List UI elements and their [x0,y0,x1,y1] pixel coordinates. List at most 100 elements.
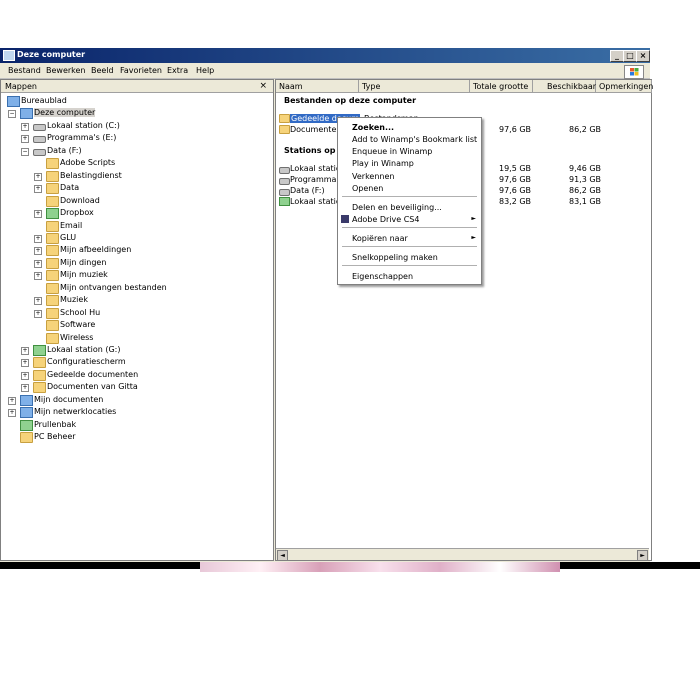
tree-item[interactable]: + Configuratiescherm [1,356,271,369]
expand-icon[interactable]: + [21,371,29,380]
menu-item-label: Verkennen [352,172,395,181]
tree-item[interactable]: Download [1,195,271,207]
menu-favorieten[interactable]: Favorieten [120,66,162,75]
tree-item[interactable]: Prullenbak [1,419,271,431]
tree-item[interactable]: − Deze computer [1,107,271,120]
tree-item[interactable]: + Dropbox [1,207,271,220]
expand-icon[interactable]: + [34,247,42,256]
expand-icon[interactable]: + [21,384,29,393]
context-menu-item-search[interactable]: Zoeken... [338,121,481,133]
column-label: Type [362,82,381,91]
tree-item[interactable]: + Documenten van Gitta [1,381,271,394]
column-header-type[interactable]: Type [359,80,470,93]
context-menu-item-enqueue-in-winamp[interactable]: Enqueue in Winamp [338,145,481,157]
tree-item[interactable]: + Gedeelde documenten [1,369,271,381]
tree-item[interactable]: Software [1,319,271,332]
close-button[interactable]: × [636,50,650,62]
folder-icon [33,382,46,394]
expand-icon[interactable]: + [34,210,42,219]
tree-item[interactable]: Bureaublad [1,95,271,107]
expand-icon[interactable]: + [8,409,16,418]
expand-icon[interactable]: + [34,259,42,268]
folder-icon [46,295,59,307]
expand-icon[interactable]: + [8,396,16,405]
menu-beeld[interactable]: Beeld [91,66,114,75]
maximize-button[interactable]: □ [623,50,637,62]
tree-item[interactable]: + Mijn dingen [1,257,271,269]
tree-item[interactable]: + Lokaal station (C:) [1,120,271,132]
expand-icon[interactable]: + [34,185,42,194]
column-header-naam[interactable]: Naam [276,80,359,93]
tree-item[interactable]: PC Beheer [1,431,271,444]
tree-item[interactable]: Mijn ontvangen bestanden [1,282,271,294]
tree-item-label: Muziek [60,295,88,305]
tree-item-label: Mijn dingen [60,257,107,267]
expand-icon[interactable]: + [21,135,29,144]
submenu-arrow-icon: ► [471,234,476,241]
tree-item[interactable]: + Mijn afbeeldingen [1,244,271,257]
menu-item-label: Openen [352,184,384,193]
tree-item[interactable]: + Data [1,182,271,195]
tree-item[interactable]: + Mijn netwerklocaties [1,406,271,419]
close-pane-icon[interactable]: × [259,81,267,91]
tree-item[interactable]: + Programma's (E:) [1,132,271,144]
expand-icon[interactable]: + [34,234,42,243]
menu-bewerken[interactable]: Bewerken [46,66,86,75]
menu-extra[interactable]: Extra [167,66,188,75]
tree-item-label: Dropbox [60,208,94,218]
context-menu-item-adobe-drive-cs4[interactable]: Adobe Drive CS4 ► [338,213,481,225]
expand-icon[interactable]: + [34,172,42,181]
menu-help[interactable]: Help [196,66,214,75]
expand-icon[interactable]: + [34,309,42,318]
tree-item[interactable]: Email [1,220,271,232]
collapse-icon[interactable]: − [21,147,29,156]
column-label: Beschikbaar [547,82,597,91]
collapse-icon[interactable]: − [8,110,16,119]
context-menu-item-properties[interactable]: Eigenschappen [338,270,481,282]
context-menu-item-create-shortcut[interactable]: Snelkoppeling maken [338,251,481,263]
tree-item[interactable]: + Lokaal station (G:) [1,344,271,356]
drive-free-space: 91,3 GB [569,175,602,184]
context-menu-item-add-to-winamp-bookmarks[interactable]: Add to Winamp's Bookmark list [338,133,481,145]
context-menu-item-explore[interactable]: Verkennen [338,170,481,182]
context-menu-item-copy-to[interactable]: Kopiëren naar ► [338,232,481,244]
menu-item-label: Enqueue in Winamp [352,147,433,156]
window-title: Deze computer [17,50,86,59]
horizontal-scrollbar[interactable]: ◄ ► [276,548,649,561]
tree-item-label: Programma's (E:) [47,133,117,143]
tree-item[interactable]: + Mijn muziek [1,269,271,282]
folder-icon [46,307,59,319]
expand-icon[interactable]: + [34,297,42,306]
tree-item[interactable]: + Muziek [1,294,271,307]
scroll-left-icon[interactable]: ◄ [277,550,288,561]
expand-icon[interactable]: + [21,347,29,355]
tree-item[interactable]: + Mijn documenten [1,394,271,406]
tree-item[interactable]: + School Hu [1,307,271,319]
context-menu-item-sharing-security[interactable]: Delen en beveiliging... [338,201,481,213]
expand-icon[interactable]: + [21,359,29,368]
tree-item-label: Mijn ontvangen bestanden [60,282,167,292]
column-header-totale-grootte[interactable]: Totale grootte [470,80,533,93]
drive-total-size: 19,5 GB [499,164,532,173]
drive-icon [279,189,290,196]
tree-item[interactable]: + Belastingdienst [1,170,271,182]
folder-icon [33,369,46,381]
expand-icon[interactable]: + [21,122,29,131]
scroll-right-icon[interactable]: ► [637,550,648,561]
drive-total-size: 97,6 GB [499,186,532,195]
context-menu-item-play-in-winamp[interactable]: Play in Winamp [338,157,481,169]
tree-item[interactable]: − Data (F:) [1,145,271,157]
tree-item[interactable]: + GLU [1,232,271,244]
context-menu-item-open[interactable]: Openen [338,182,481,194]
minimize-button[interactable]: _ [610,50,624,62]
tree-item-label: Belastingdienst [60,170,122,180]
tree-item[interactable]: Wireless [1,332,271,344]
tree-item[interactable]: Adobe Scripts [1,157,271,170]
tree-item-label: Mijn muziek [60,270,108,280]
menu-bestand[interactable]: Bestand [8,66,41,75]
column-header-beschikbaar[interactable]: Beschikbaar [533,80,596,93]
title-bar[interactable]: Deze computer _ □ × [0,48,650,63]
expand-icon[interactable]: + [34,272,42,281]
folders-pane-title: Mappen [5,82,37,91]
column-header-opmerkingen[interactable]: Opmerkingen [596,80,653,93]
